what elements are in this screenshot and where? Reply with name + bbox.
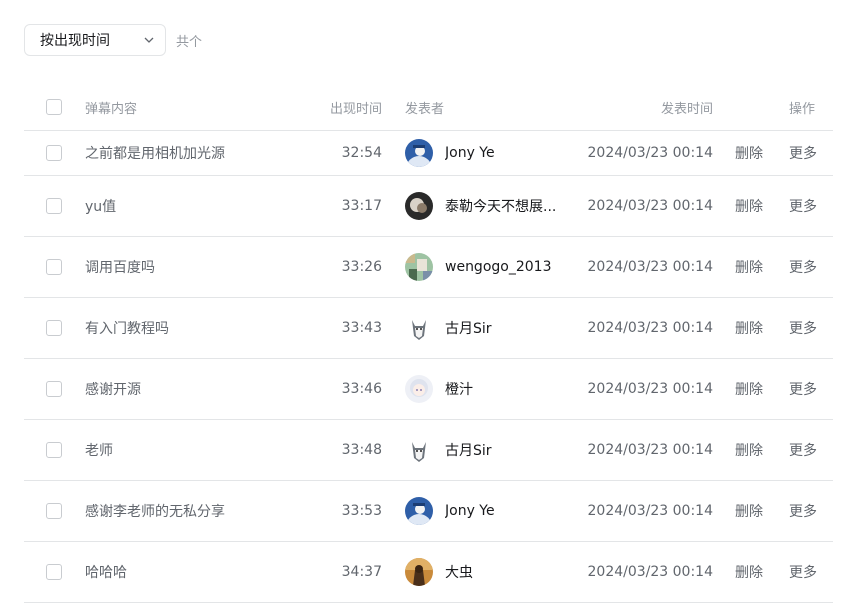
danmaku-content: 之前都是用相机加光源 [85,146,225,162]
danmaku-content: yu值 [85,199,117,215]
husky-avatar-icon[interactable] [405,436,433,464]
blue-avatar-icon[interactable] [405,139,433,167]
more-button[interactable]: 更多 [789,481,817,541]
blue-avatar-icon[interactable] [405,497,433,525]
header-user: 发表者 [405,101,445,117]
danmaku-content: 有入门教程吗 [85,321,169,337]
danmaku-content: 调用百度吗 [85,260,155,276]
table-row: 调用百度吗 33:26 wengogo_2013 2024/03/23 00:14 删除… [24,237,833,298]
appear-time: 34:37 [341,564,382,580]
sender-name[interactable]: 古月Sir [445,318,492,338]
delete-button[interactable]: 删除 [735,176,763,236]
toolbar: 按出现时间 共个 [24,23,202,57]
sender-name[interactable]: 大虫 [445,562,473,582]
more-button[interactable]: 更多 [789,420,817,480]
sender-name[interactable]: 古月Sir [445,440,492,460]
header-content: 弹幕内容 [85,101,138,117]
brown-avatar-icon[interactable] [405,558,433,586]
delete-button[interactable]: 删除 [735,298,763,358]
appear-time: 33:46 [341,381,382,397]
row-checkbox[interactable] [46,145,62,161]
sender[interactable]: 古月Sir [405,298,575,358]
sender[interactable]: 橙汁 [405,359,575,419]
post-date: 2024/03/23 00:14 [587,320,714,336]
table-row: 感谢开源 33:46 橙汁 2024/03/23 00:14 删除 更多 [24,359,833,420]
sender[interactable]: wengogo_2013 [405,237,575,297]
dark-avatar-icon[interactable] [405,192,433,220]
husky-avatar-icon[interactable] [405,314,433,342]
table-row: 有入门教程吗 33:43 古月Sir 2024/03/23 00:14 删除 更多 [24,298,833,359]
more-button[interactable]: 更多 [789,131,817,175]
delete-button[interactable]: 删除 [735,420,763,480]
header-actions: 操作 [789,101,816,117]
appear-time: 33:48 [341,442,382,458]
more-button[interactable]: 更多 [789,542,817,602]
danmaku-table: 弹幕内容 出现时间 发表者 发表时间 操作 之前都是用相机加光源 32:54 Jon… [24,84,833,603]
post-date: 2024/03/23 00:14 [587,198,714,214]
chevron-down-icon [144,37,154,43]
row-checkbox[interactable] [46,442,62,458]
row-checkbox[interactable] [46,198,62,214]
appear-time: 33:53 [341,503,382,519]
table-header: 弹幕内容 出现时间 发表者 发表时间 操作 [24,84,833,131]
row-checkbox[interactable] [46,259,62,275]
more-button[interactable]: 更多 [789,176,817,236]
danmaku-content: 感谢开源 [85,382,141,398]
row-checkbox[interactable] [46,503,62,519]
more-button[interactable]: 更多 [789,298,817,358]
header-date: 发表时间 [660,101,713,117]
more-button[interactable]: 更多 [789,359,817,419]
post-date: 2024/03/23 00:14 [587,259,714,275]
post-date: 2024/03/23 00:14 [587,381,714,397]
delete-button[interactable]: 删除 [735,542,763,602]
post-date: 2024/03/23 00:14 [587,564,714,580]
sender[interactable]: 泰勒今天不想展... [405,176,575,236]
table-row: 感谢李老师的无私分享 33:53 Jony Ye 2024/03/23 00:14 删除… [24,481,833,542]
delete-button[interactable]: 删除 [735,131,763,175]
sender[interactable]: 大虫 [405,542,575,602]
sender[interactable]: 古月Sir [405,420,575,480]
anime-avatar-icon[interactable] [405,375,433,403]
post-date: 2024/03/23 00:14 [587,145,714,161]
appear-time: 33:26 [341,259,382,275]
post-date: 2024/03/23 00:14 [587,503,714,519]
sender-name[interactable]: 泰勒今天不想展... [445,196,556,216]
appear-time: 32:54 [341,145,382,161]
sender[interactable]: Jony Ye [405,481,575,541]
sort-select[interactable]: 按出现时间 [24,24,166,56]
sender-name[interactable]: wengogo_2013 [445,259,551,275]
sender[interactable]: Jony Ye [405,131,575,175]
table-row: 之前都是用相机加光源 32:54 Jony Ye 2024/03/23 00:14 删除… [24,131,833,176]
row-checkbox[interactable] [46,320,62,336]
appear-time: 33:43 [341,320,382,336]
delete-button[interactable]: 删除 [735,481,763,541]
table-body: 之前都是用相机加光源 32:54 Jony Ye 2024/03/23 00:14 删除… [24,131,833,603]
select-all-checkbox[interactable] [46,99,62,115]
sort-select-label: 按出现时间 [40,33,110,49]
danmaku-content: 老师 [85,443,113,459]
sender-name[interactable]: Jony Ye [445,145,495,161]
table-row: yu值 33:17 泰勒今天不想展... 2024/03/23 00:14 删除 更多 [24,176,833,237]
row-checkbox[interactable] [46,564,62,580]
post-date: 2024/03/23 00:14 [587,442,714,458]
delete-button[interactable]: 删除 [735,359,763,419]
delete-button[interactable]: 删除 [735,237,763,297]
danmaku-content: 哈哈哈 [85,565,127,581]
more-button[interactable]: 更多 [789,237,817,297]
danmaku-content: 感谢李老师的无私分享 [85,504,225,520]
total-count: 共个 [176,34,203,50]
mosaic-avatar-icon[interactable] [405,253,433,281]
sender-name[interactable]: Jony Ye [445,503,495,519]
header-time: 出现时间 [329,101,382,117]
appear-time: 33:17 [341,198,382,214]
row-checkbox[interactable] [46,381,62,397]
table-row: 哈哈哈 34:37 大虫 2024/03/23 00:14 删除 更多 [24,542,833,603]
table-row: 老师 33:48 古月Sir 2024/03/23 00:14 删除 更多 [24,420,833,481]
sender-name[interactable]: 橙汁 [445,379,473,399]
